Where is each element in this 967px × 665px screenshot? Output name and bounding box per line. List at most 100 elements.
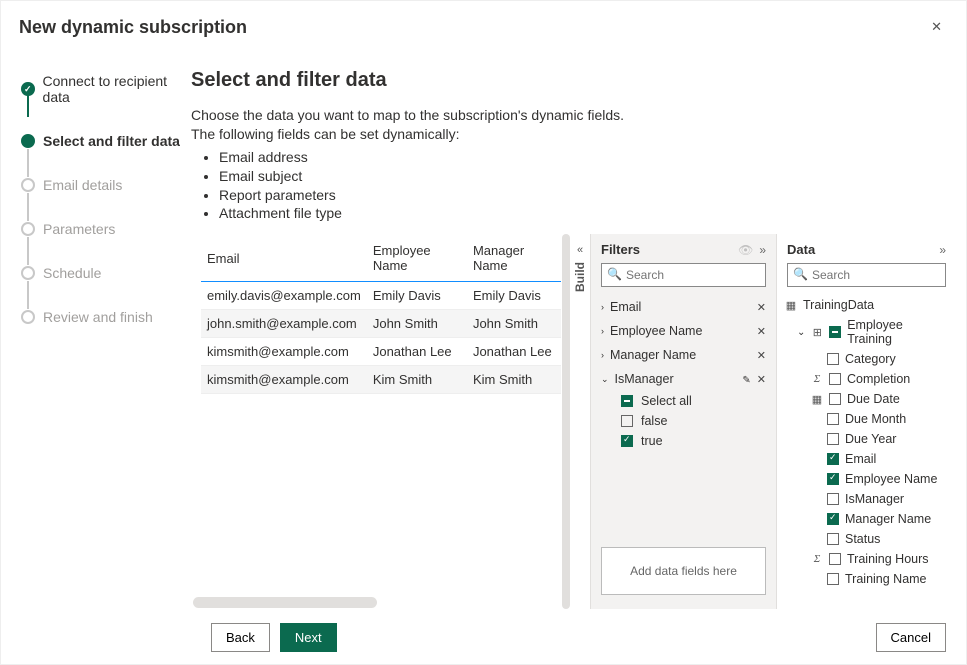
filters-visibility-icon[interactable]: 👁 bbox=[738, 243, 753, 257]
filter-option[interactable]: false bbox=[591, 411, 776, 431]
search-icon: 🔍 bbox=[607, 267, 622, 281]
field-checkbox[interactable] bbox=[827, 353, 839, 365]
dataset-node[interactable]: ▦ TrainingData bbox=[783, 295, 950, 315]
filter-employee-name[interactable]: ›Employee Name✕ bbox=[591, 319, 776, 343]
dialog-header: New dynamic subscription ✕ bbox=[1, 1, 966, 49]
filters-title: Filters bbox=[601, 242, 640, 257]
field-checkbox[interactable] bbox=[829, 373, 841, 385]
vertical-scrollbar[interactable] bbox=[562, 234, 570, 609]
step-review-and-finish[interactable]: Review and finish bbox=[21, 309, 191, 325]
chevron-down-icon: ⌄ bbox=[797, 327, 805, 338]
step-connect-to-recipient-data[interactable]: Connect to recipient data bbox=[21, 73, 191, 105]
column-header[interactable]: Employee Name bbox=[367, 235, 467, 282]
step-dot-icon bbox=[21, 134, 35, 148]
filter-manager-name[interactable]: ›Manager Name✕ bbox=[591, 343, 776, 367]
table-checkbox[interactable] bbox=[829, 326, 841, 338]
field-checkbox[interactable] bbox=[829, 393, 841, 405]
remove-filter-icon[interactable]: ✕ bbox=[757, 302, 766, 314]
field-employee-name[interactable]: Employee Name bbox=[783, 469, 950, 489]
data-search-input[interactable] bbox=[787, 263, 946, 287]
page-title: Select and filter data bbox=[191, 69, 958, 92]
filter-email[interactable]: ›Email✕ bbox=[591, 295, 776, 319]
filter-option[interactable]: true bbox=[591, 431, 776, 451]
field-training-name[interactable]: Training Name bbox=[783, 569, 950, 589]
field-checkbox[interactable] bbox=[827, 453, 839, 465]
field-checkbox[interactable] bbox=[827, 473, 839, 485]
horizontal-scrollbar[interactable] bbox=[193, 597, 377, 608]
back-button[interactable]: Back bbox=[211, 623, 270, 652]
bullet-item: Email subject bbox=[219, 167, 631, 186]
next-button[interactable]: Next bbox=[280, 623, 337, 652]
field-checkbox[interactable] bbox=[827, 433, 839, 445]
checkbox[interactable] bbox=[621, 395, 633, 407]
filter-ismanager[interactable]: ⌄IsManager✎✕ bbox=[591, 367, 776, 391]
build-pane-tab[interactable]: « Build bbox=[570, 234, 590, 609]
column-header[interactable]: Manager Name bbox=[467, 235, 561, 282]
filters-search-input[interactable] bbox=[601, 263, 766, 287]
field-checkbox[interactable] bbox=[827, 573, 839, 585]
expand-data-icon[interactable]: » bbox=[939, 243, 946, 257]
field-manager-name[interactable]: Manager Name bbox=[783, 509, 950, 529]
step-dot-icon bbox=[21, 178, 35, 192]
chevron-icon: › bbox=[601, 302, 604, 312]
remove-filter-icon[interactable]: ✕ bbox=[757, 350, 766, 362]
chevron-icon: › bbox=[601, 350, 604, 360]
instruction-text: Choose the data you want to map to the s… bbox=[191, 106, 631, 223]
field-category[interactable]: Category bbox=[783, 349, 950, 369]
field-checkbox[interactable] bbox=[827, 533, 839, 545]
step-select-and-filter-data[interactable]: Select and filter data bbox=[21, 133, 191, 149]
step-dot-icon bbox=[21, 82, 35, 96]
search-icon: 🔍 bbox=[793, 267, 808, 281]
bullet-item: Attachment file type bbox=[219, 204, 631, 223]
field-training-hours[interactable]: ΣTraining Hours bbox=[783, 549, 950, 569]
filter-option[interactable]: Select all bbox=[591, 391, 776, 411]
field-due-date[interactable]: ▦Due Date bbox=[783, 389, 950, 409]
step-email-details[interactable]: Email details bbox=[21, 177, 191, 193]
expand-filters-icon[interactable]: » bbox=[759, 243, 766, 257]
chevron-icon: ⌄ bbox=[601, 374, 609, 385]
data-panel: Data » 🔍 ▦ TrainingData ⌄ bbox=[776, 234, 956, 609]
step-schedule[interactable]: Schedule bbox=[21, 265, 191, 281]
checkbox[interactable] bbox=[621, 415, 633, 427]
field-ismanager[interactable]: IsManager bbox=[783, 489, 950, 509]
field-checkbox[interactable] bbox=[827, 513, 839, 525]
data-title: Data bbox=[787, 242, 815, 257]
field-checkbox[interactable] bbox=[827, 493, 839, 505]
wizard-steps: Connect to recipient data Select and filt… bbox=[1, 49, 191, 610]
table-row[interactable]: kimsmith@example.comJonathan LeeJonathan… bbox=[201, 338, 561, 366]
checkbox[interactable] bbox=[621, 435, 633, 447]
table-icon: ⊞ bbox=[811, 326, 823, 339]
step-dot-icon bbox=[21, 310, 35, 324]
bullet-item: Report parameters bbox=[219, 186, 631, 205]
data-preview-table: EmailEmployee NameManager Nameemily.davi… bbox=[192, 234, 562, 609]
filters-panel: Filters 👁 » 🔍 ›Email✕›Employee Name✕›Man… bbox=[590, 234, 776, 609]
sum-icon: Σ bbox=[811, 553, 823, 565]
column-header[interactable]: Email bbox=[201, 235, 367, 282]
field-due-month[interactable]: Due Month bbox=[783, 409, 950, 429]
chevron-icon: › bbox=[601, 326, 604, 336]
remove-filter-icon[interactable]: ✕ bbox=[757, 326, 766, 338]
sum-icon: Σ bbox=[811, 373, 823, 385]
table-row[interactable]: kimsmith@example.comKim SmithKim Smith bbox=[201, 366, 561, 394]
field-due-year[interactable]: Due Year bbox=[783, 429, 950, 449]
close-icon[interactable]: ✕ bbox=[925, 15, 948, 39]
step-parameters[interactable]: Parameters bbox=[21, 221, 191, 237]
step-dot-icon bbox=[21, 222, 35, 236]
filters-dropzone[interactable]: Add data fields here bbox=[601, 547, 766, 595]
cancel-button[interactable]: Cancel bbox=[876, 623, 946, 652]
table-node[interactable]: ⌄ ⊞ Employee Training bbox=[783, 315, 950, 349]
edit-icon[interactable]: ✎ bbox=[742, 375, 750, 386]
remove-filter-icon[interactable]: ✕ bbox=[757, 374, 766, 386]
table-row[interactable]: emily.davis@example.comEmily DavisEmily … bbox=[201, 282, 561, 310]
field-checkbox[interactable] bbox=[827, 413, 839, 425]
field-completion[interactable]: ΣCompletion bbox=[783, 369, 950, 389]
table-row[interactable]: john.smith@example.comJohn SmithJohn Smi… bbox=[201, 310, 561, 338]
dialog-new-dynamic-subscription: New dynamic subscription ✕ Connect to re… bbox=[0, 0, 967, 665]
dataset-icon: ▦ bbox=[785, 299, 797, 312]
collapse-build-icon[interactable]: « bbox=[577, 244, 583, 256]
field-email[interactable]: Email bbox=[783, 449, 950, 469]
field-status[interactable]: Status bbox=[783, 529, 950, 549]
step-dot-icon bbox=[21, 266, 35, 280]
calendar-icon: ▦ bbox=[811, 393, 823, 406]
field-checkbox[interactable] bbox=[829, 553, 841, 565]
